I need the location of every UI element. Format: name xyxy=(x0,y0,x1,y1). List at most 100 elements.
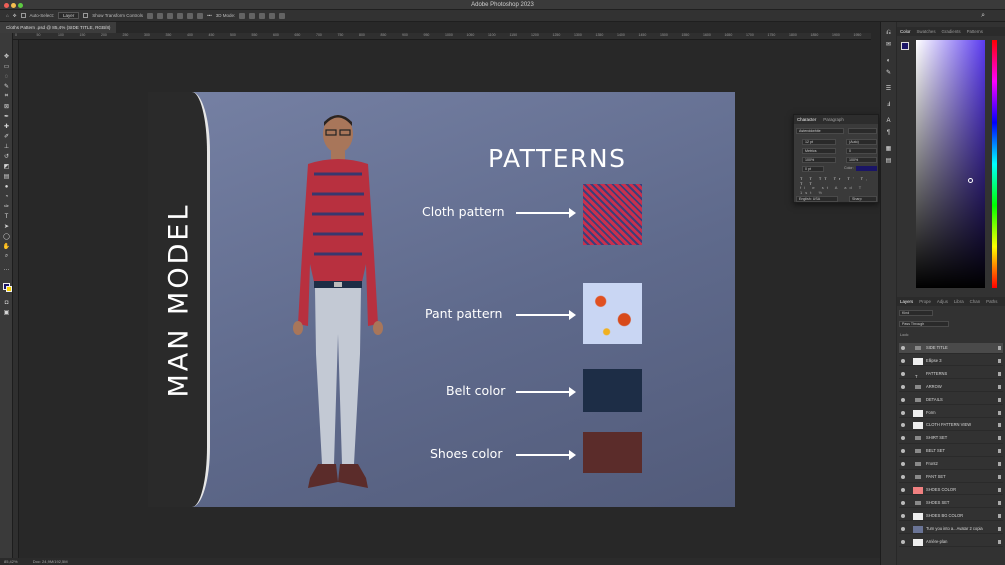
roll-3d-icon[interactable] xyxy=(249,12,256,19)
document-tab[interactable]: Cloths Pattern .psd @ 85,4% (SIDE TITLE,… xyxy=(0,22,117,33)
more-tools-icon[interactable]: … xyxy=(3,265,10,272)
tab-properties[interactable]: Prope xyxy=(919,297,931,306)
styles-panel-icon[interactable]: ▤ xyxy=(885,158,892,165)
gradient-tool-icon[interactable]: ▤ xyxy=(3,173,10,180)
visibility-eye-icon[interactable] xyxy=(901,500,905,505)
baseline-shift-field[interactable]: 0 pt xyxy=(802,166,824,172)
layer-row[interactable]: SHOES BG COLOR xyxy=(899,511,1003,522)
layer-row[interactable]: Arrière-plan xyxy=(899,537,1003,547)
tab-paragraph[interactable]: Paragraph xyxy=(823,115,844,124)
comments-panel-icon[interactable]: ✉ xyxy=(885,42,892,49)
more-options-icon[interactable]: ••• xyxy=(207,13,212,18)
shoes-color-swatch[interactable] xyxy=(583,432,642,473)
tab-patterns[interactable]: Patterns xyxy=(967,27,983,36)
vertical-scale-field[interactable]: 100% xyxy=(802,157,836,163)
screen-mode-icon[interactable]: ▣ xyxy=(3,309,10,316)
layer-row[interactable]: Form xyxy=(899,408,1003,418)
patterns-title[interactable]: PATTERNS xyxy=(488,144,626,173)
belt-color-swatch[interactable] xyxy=(583,369,642,412)
crop-tool-icon[interactable]: ⌗ xyxy=(3,93,10,100)
move-tool-icon[interactable]: ✥ xyxy=(13,13,17,19)
zoom-level[interactable]: 85,42% xyxy=(4,559,18,564)
horizontal-ruler[interactable]: 0 50 100 150 200 250 300 350 400 450 500 550 600 650 7… xyxy=(13,33,871,40)
font-family-select[interactable]: Asteroidwhite xyxy=(796,128,844,134)
layer-row[interactable]: Ellipse 3 xyxy=(899,356,1003,367)
artboard-tool-icon[interactable]: ▭ xyxy=(3,63,10,70)
tab-color[interactable]: Color xyxy=(900,27,911,36)
background-color-swatch[interactable] xyxy=(6,286,12,292)
auto-select-checkbox[interactable] xyxy=(20,13,26,18)
layer-row[interactable]: CLOTH PATTERN VIEW xyxy=(899,420,1003,431)
layer-row[interactable]: BELT SET xyxy=(899,446,1003,457)
tracking-field[interactable]: 0 xyxy=(846,148,877,154)
dodge-tool-icon[interactable]: ◔ xyxy=(3,193,10,200)
antialias-select[interactable]: Sharp xyxy=(849,196,877,202)
brush-settings-icon[interactable]: ✎ xyxy=(885,70,892,77)
visibility-eye-icon[interactable] xyxy=(901,487,905,492)
paragraph-panel-icon[interactable]: ¶ xyxy=(885,130,892,137)
visibility-eye-icon[interactable] xyxy=(901,539,905,544)
hand-tool-icon[interactable]: ✋ xyxy=(3,243,10,250)
visibility-eye-icon[interactable] xyxy=(901,449,905,454)
tab-libraries[interactable]: Libra xyxy=(954,297,964,306)
color-picker-field[interactable] xyxy=(916,40,985,288)
align-top-icon[interactable] xyxy=(177,12,184,19)
visibility-eye-icon[interactable] xyxy=(901,384,905,389)
pant-pattern-label[interactable]: Pant pattern xyxy=(425,306,502,321)
distribute-h-icon[interactable] xyxy=(197,12,204,19)
font-size-field[interactable]: 12 pt xyxy=(802,139,836,145)
visibility-eye-icon[interactable] xyxy=(901,358,905,363)
auto-select-dropdown[interactable]: Layer xyxy=(58,12,80,19)
healing-tool-icon[interactable]: ✚ xyxy=(3,123,10,130)
libraries-panel-icon[interactable]: ▦ xyxy=(885,146,892,153)
pant-pattern-swatch[interactable] xyxy=(583,283,642,344)
tab-adjustments[interactable]: Adjus xyxy=(937,297,948,306)
glyphs-panel-icon[interactable]: Ⅎ xyxy=(885,102,892,109)
layer-row[interactable]: DETAILS xyxy=(899,395,1003,406)
visibility-eye-icon[interactable] xyxy=(901,371,905,376)
visibility-eye-icon[interactable] xyxy=(901,526,905,531)
align-left-icon[interactable] xyxy=(147,12,154,19)
tab-character[interactable]: Character xyxy=(797,115,816,124)
text-color-swatch[interactable] xyxy=(856,166,877,171)
home-icon[interactable]: ⌂ xyxy=(6,13,9,18)
properties-panel-icon[interactable]: ☰ xyxy=(885,86,892,93)
pen-tool-icon[interactable]: ✑ xyxy=(3,203,10,210)
horizontal-scale-field[interactable]: 100% xyxy=(846,157,877,163)
quick-mask-icon[interactable]: ◘ xyxy=(3,299,10,306)
layer-row[interactable]: PANT SET xyxy=(899,472,1003,483)
align-center-icon[interactable] xyxy=(157,12,164,19)
orbit-3d-icon[interactable] xyxy=(239,12,246,19)
side-title[interactable]: MAN MODEL xyxy=(164,203,195,398)
color-panel-fg-swatch[interactable] xyxy=(901,42,909,50)
belt-color-label[interactable]: Belt color xyxy=(446,383,505,398)
hue-slider[interactable] xyxy=(992,40,997,288)
tab-gradients[interactable]: Gradients xyxy=(942,27,961,36)
language-select[interactable]: English: USA xyxy=(796,196,838,202)
shape-tool-icon[interactable]: ◯ xyxy=(3,233,10,240)
type-tool-icon[interactable]: T xyxy=(3,213,10,220)
visibility-eye-icon[interactable] xyxy=(901,423,905,428)
quick-select-tool-icon[interactable]: ✎ xyxy=(3,83,10,90)
scale-3d-icon[interactable] xyxy=(279,12,286,19)
tab-channels[interactable]: Chan xyxy=(970,297,981,306)
show-transform-checkbox[interactable] xyxy=(83,13,89,18)
layer-row[interactable]: SHOES COLOR xyxy=(899,485,1003,496)
color-picker-cursor[interactable] xyxy=(968,178,973,183)
cloth-pattern-swatch[interactable] xyxy=(583,184,642,245)
frame-tool-icon[interactable]: ⊠ xyxy=(3,103,10,110)
layer-row[interactable]: SHIRT SET xyxy=(899,433,1003,444)
pan-3d-icon[interactable] xyxy=(259,12,266,19)
opentype-buttons[interactable]: fi σ st A ad T 1st ½ xyxy=(800,185,878,195)
visibility-eye-icon[interactable] xyxy=(901,410,905,415)
cloth-pattern-label[interactable]: Cloth pattern xyxy=(422,204,505,219)
eyedropper-tool-icon[interactable]: ✒ xyxy=(3,113,10,120)
tab-layers[interactable]: Layers xyxy=(900,297,913,306)
visibility-eye-icon[interactable] xyxy=(901,475,905,479)
layer-row[interactable]: SIDE TITLE xyxy=(899,343,1003,354)
zoom-tool-icon[interactable]: ⌕ xyxy=(3,253,10,260)
slide-3d-icon[interactable] xyxy=(269,12,276,19)
search-icon[interactable]: ⌕ xyxy=(981,12,985,20)
visibility-eye-icon[interactable] xyxy=(901,462,905,467)
adjustments-panel-icon[interactable]: ◐ xyxy=(885,58,892,65)
